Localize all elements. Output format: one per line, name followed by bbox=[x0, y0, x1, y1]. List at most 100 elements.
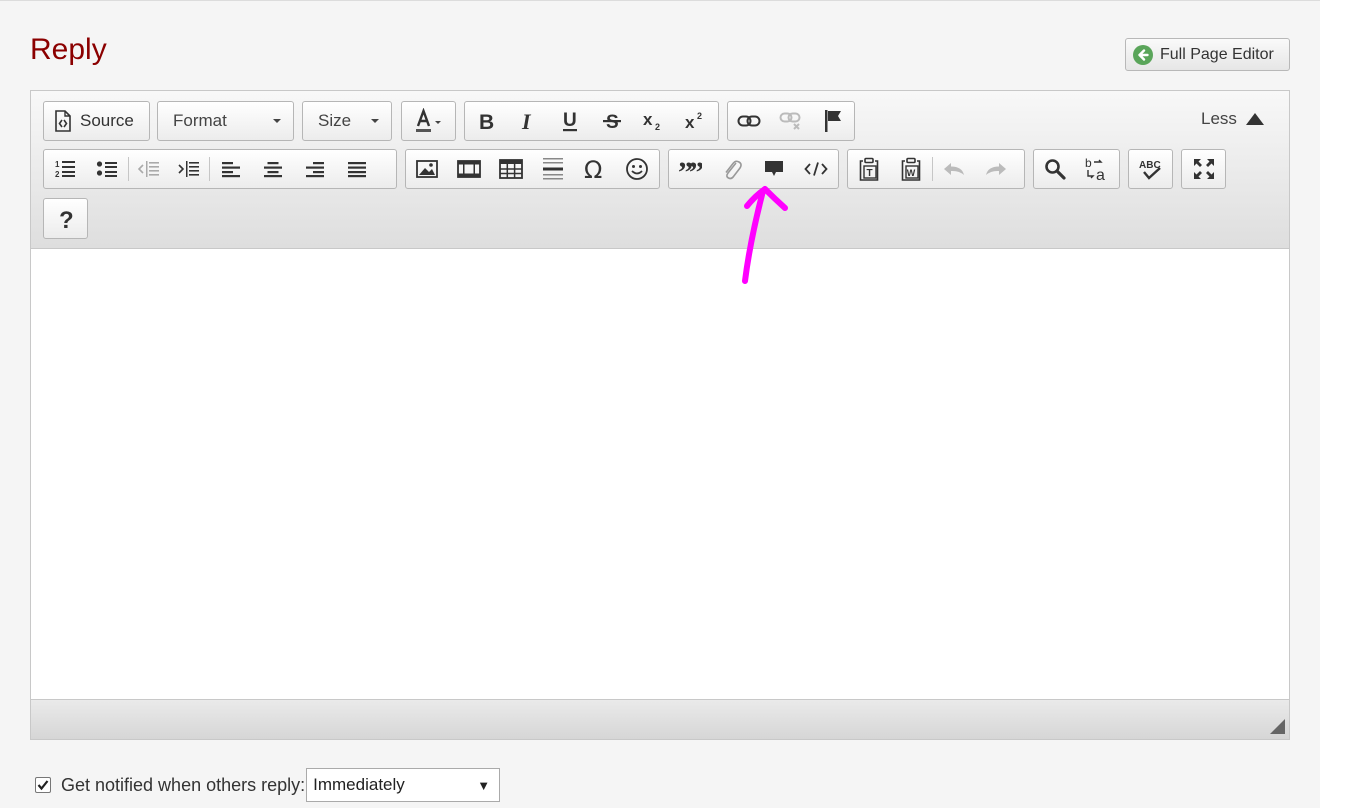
svg-text:2: 2 bbox=[655, 122, 660, 132]
replace-icon: ba bbox=[1084, 156, 1110, 182]
code-button[interactable] bbox=[795, 150, 837, 188]
horizontal-line-button[interactable] bbox=[532, 150, 574, 188]
svg-text:I: I bbox=[521, 110, 532, 132]
numbered-list-icon: 12 bbox=[54, 159, 76, 179]
link-button[interactable] bbox=[728, 102, 770, 140]
bold-button[interactable]: B bbox=[465, 102, 507, 140]
align-left-button[interactable] bbox=[210, 150, 252, 188]
maximize-button[interactable] bbox=[1182, 150, 1225, 188]
svg-text:x: x bbox=[643, 110, 653, 129]
paste-text-icon: T bbox=[858, 157, 880, 181]
bulleted-list-button[interactable] bbox=[86, 150, 128, 188]
superscript-button[interactable]: x2 bbox=[675, 102, 717, 140]
full-page-editor-button[interactable]: Full Page Editor bbox=[1125, 38, 1290, 71]
emoji-button[interactable] bbox=[616, 150, 658, 188]
svg-text:1: 1 bbox=[55, 160, 60, 169]
blockquote-button[interactable]: ”” bbox=[669, 150, 711, 188]
help-group: ? bbox=[43, 198, 88, 239]
svg-text:2: 2 bbox=[55, 170, 60, 179]
triangle-down-icon: ▼ bbox=[477, 777, 491, 793]
notify-checkbox[interactable] bbox=[35, 777, 51, 793]
italic-button[interactable]: I bbox=[507, 102, 549, 140]
notify-frequency-select[interactable]: Immediately ▼ bbox=[306, 768, 501, 802]
bulleted-list-icon bbox=[96, 160, 118, 178]
svg-text:b: b bbox=[1085, 156, 1092, 170]
redo-button[interactable] bbox=[975, 150, 1017, 188]
align-center-icon bbox=[263, 160, 283, 178]
justify-button[interactable] bbox=[336, 150, 378, 188]
emoji-icon bbox=[625, 157, 649, 181]
underline-button[interactable]: U bbox=[549, 102, 591, 140]
unlink-button[interactable] bbox=[770, 102, 812, 140]
source-label: Source bbox=[80, 111, 134, 130]
svg-text:B: B bbox=[479, 111, 494, 132]
strikethrough-button[interactable]: S bbox=[591, 102, 633, 140]
notify-label: Get notified when others reply: bbox=[61, 774, 306, 795]
image-button[interactable] bbox=[406, 150, 448, 188]
spellcheck-group: ABC bbox=[1128, 149, 1173, 189]
numbered-list-button[interactable]: 12 bbox=[44, 150, 86, 188]
decrease-indent-button[interactable] bbox=[129, 150, 169, 188]
spellcheck-button[interactable]: ABC bbox=[1129, 150, 1172, 188]
source-button[interactable]: Source bbox=[44, 102, 149, 140]
bold-icon: B bbox=[476, 110, 496, 132]
clipboard-group: T W bbox=[847, 149, 1025, 189]
size-dropdown[interactable]: Size bbox=[302, 101, 392, 141]
undo-button[interactable] bbox=[933, 150, 975, 188]
video-button[interactable] bbox=[448, 150, 490, 188]
align-center-button[interactable] bbox=[252, 150, 294, 188]
size-label: Size bbox=[318, 111, 352, 130]
svg-text:a: a bbox=[1096, 167, 1105, 182]
resize-handle-icon[interactable] bbox=[1270, 719, 1285, 734]
comment-icon bbox=[763, 159, 785, 179]
paste-word-button[interactable]: W bbox=[890, 150, 932, 188]
image-icon bbox=[416, 160, 438, 178]
subscript-button[interactable]: x2 bbox=[633, 102, 675, 140]
code-icon bbox=[804, 161, 828, 177]
decrease-indent-icon bbox=[138, 159, 160, 179]
align-right-button[interactable] bbox=[294, 150, 336, 188]
less-toggle[interactable]: Less bbox=[1201, 109, 1264, 129]
format-dropdown[interactable]: Format bbox=[157, 101, 294, 141]
replace-button[interactable]: ba bbox=[1076, 150, 1118, 188]
svg-text:U: U bbox=[563, 110, 577, 131]
help-button[interactable]: ? bbox=[44, 200, 87, 238]
insert-group: Ω bbox=[405, 149, 660, 189]
editor-content-area[interactable] bbox=[31, 249, 1289, 699]
find-icon bbox=[1044, 158, 1066, 180]
svg-text:?: ? bbox=[59, 207, 74, 231]
svg-text:Ω: Ω bbox=[584, 157, 602, 181]
special-character-button[interactable]: Ω bbox=[574, 150, 616, 188]
text-color-group bbox=[401, 101, 456, 141]
italic-icon: I bbox=[518, 110, 538, 132]
notify-row: Get notified when others reply: Immediat… bbox=[35, 768, 501, 802]
find-button[interactable] bbox=[1034, 150, 1076, 188]
full-page-editor-label: Full Page Editor bbox=[1160, 45, 1274, 63]
checkmark-icon bbox=[37, 780, 49, 791]
rich-text-editor: Source Format Size B I U x 2 x 2 Less 1 … bbox=[30, 90, 1290, 740]
increase-indent-button[interactable] bbox=[169, 150, 209, 188]
attachment-icon bbox=[721, 157, 743, 181]
spellcheck-icon: ABC bbox=[1138, 157, 1164, 181]
horizontal-line-icon bbox=[542, 157, 564, 181]
svg-text:x: x bbox=[685, 113, 695, 132]
anchor-button[interactable] bbox=[812, 102, 854, 140]
svg-text:2: 2 bbox=[697, 111, 702, 121]
format-label: Format bbox=[173, 111, 227, 130]
reply-panel: Reply Full Page Editor Source Format Siz… bbox=[0, 0, 1320, 808]
paste-text-button[interactable]: T bbox=[848, 150, 890, 188]
svg-text:W: W bbox=[907, 168, 916, 178]
align-left-icon bbox=[221, 160, 241, 178]
redo-icon bbox=[984, 161, 1008, 177]
undo-icon bbox=[942, 161, 966, 177]
source-group: Source bbox=[43, 101, 150, 141]
svg-text:T: T bbox=[867, 168, 873, 179]
blockquote-icon: ”” bbox=[678, 160, 702, 178]
editor-status-bar bbox=[31, 699, 1289, 739]
less-label: Less bbox=[1201, 109, 1237, 128]
text-color-button[interactable] bbox=[402, 102, 455, 140]
table-button[interactable] bbox=[490, 150, 532, 188]
chevron-down-icon bbox=[273, 119, 281, 123]
strikethrough-icon: S bbox=[602, 110, 622, 132]
link-icon bbox=[737, 114, 761, 128]
